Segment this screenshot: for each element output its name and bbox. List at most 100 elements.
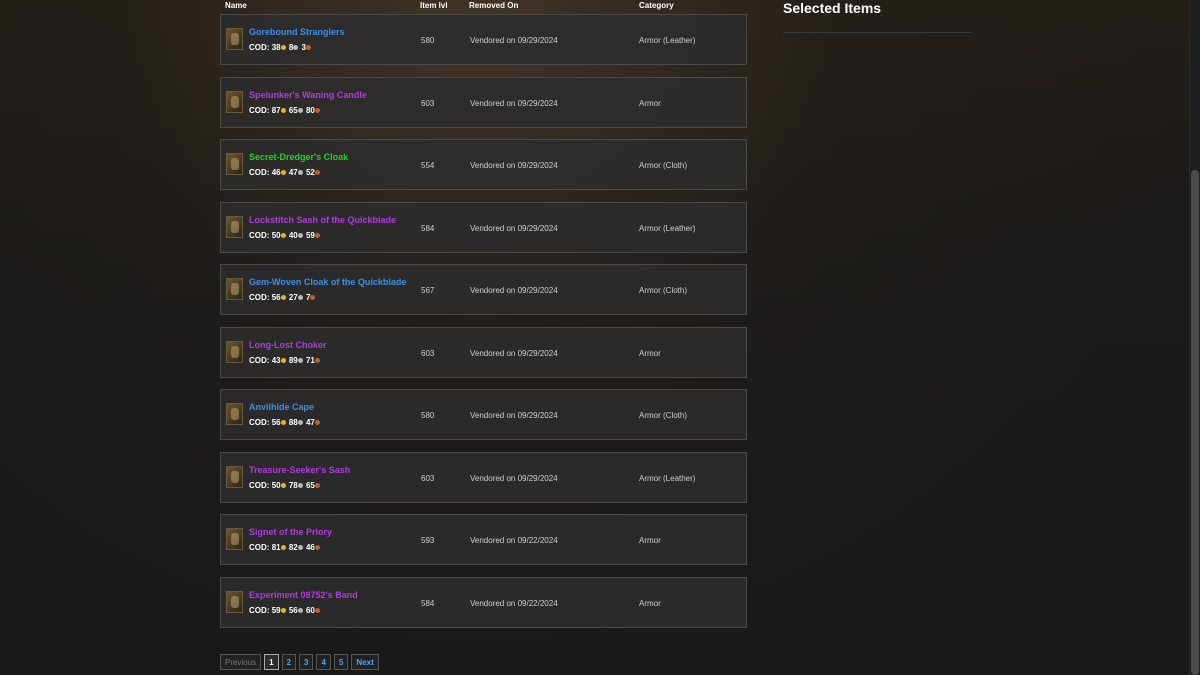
gold-coin-icon bbox=[280, 545, 286, 550]
page-button-2[interactable]: 2 bbox=[281, 654, 297, 670]
gold-amount: 50 bbox=[271, 481, 281, 490]
page-button-5[interactable]: 5 bbox=[333, 654, 349, 670]
copper-amount: 65 bbox=[305, 481, 315, 490]
cod-label: COD: bbox=[249, 293, 270, 302]
item-name-link[interactable]: Lockstitch Sash of the Quickblade bbox=[249, 215, 396, 225]
page-button-1[interactable]: 1 bbox=[264, 654, 279, 670]
table-row[interactable]: Long-Lost Choker COD: 43 89 71 603 Vendored… bbox=[220, 327, 747, 378]
gold-coin-icon bbox=[280, 108, 286, 113]
gloves-icon[interactable] bbox=[226, 28, 243, 50]
table-row[interactable]: Secret-Dredger's Cloak COD: 46 47 52 554 Ve… bbox=[220, 139, 747, 190]
silver-coin-icon bbox=[297, 608, 303, 613]
cod-price: COD: 46 47 52 bbox=[249, 168, 321, 177]
silver-coin-icon bbox=[297, 420, 303, 425]
previous-page-button[interactable]: Previous bbox=[220, 654, 262, 670]
copper-coin-icon bbox=[314, 545, 320, 550]
page-button-3[interactable]: 3 bbox=[299, 654, 314, 670]
candle-icon[interactable] bbox=[226, 91, 243, 113]
silver-amount: 56 bbox=[288, 606, 298, 615]
item-level: 603 bbox=[421, 99, 435, 108]
item-name-link[interactable]: Experiment 08752's Band bbox=[249, 590, 358, 600]
category: Armor (Leather) bbox=[639, 36, 696, 45]
next-page-button[interactable]: Next bbox=[351, 654, 379, 670]
silver-amount: 27 bbox=[288, 293, 298, 302]
column-header-category[interactable]: Category bbox=[639, 1, 674, 10]
cloak-icon[interactable] bbox=[226, 153, 243, 175]
ring-icon[interactable] bbox=[226, 591, 243, 613]
scrollbar-thumb[interactable] bbox=[1191, 170, 1199, 675]
item-name-link[interactable]: Gorebound Stranglers bbox=[249, 27, 345, 37]
item-level: 580 bbox=[421, 411, 435, 420]
table-row[interactable]: Gem-Woven Cloak of the Quickblade COD: 56… bbox=[220, 264, 747, 315]
column-header-removed-on[interactable]: Removed On bbox=[469, 1, 518, 10]
gold-coin-icon bbox=[280, 420, 286, 425]
page: Name Item lvl Removed On Category Gorebo… bbox=[0, 0, 1200, 675]
gold-coin-icon bbox=[280, 483, 286, 488]
belt-icon[interactable] bbox=[226, 466, 243, 488]
silver-amount: 88 bbox=[288, 418, 298, 427]
table-row[interactable]: Signet of the Priory COD: 81 82 46 593 Vend… bbox=[220, 514, 747, 565]
cod-label: COD: bbox=[249, 356, 270, 365]
belt-icon[interactable] bbox=[226, 216, 243, 238]
removed-on: Vendored on 09/29/2024 bbox=[470, 349, 558, 358]
copper-amount: 71 bbox=[305, 356, 315, 365]
item-level: 593 bbox=[421, 536, 435, 545]
pagination: Previous 1 2 3 4 5 Next bbox=[220, 654, 379, 670]
ring-icon[interactable] bbox=[226, 528, 243, 550]
removed-on: Vendored on 09/29/2024 bbox=[470, 99, 558, 108]
cod-label: COD: bbox=[249, 106, 270, 115]
cod-label: COD: bbox=[249, 481, 270, 490]
table-row[interactable]: Lockstitch Sash of the Quickblade COD: 50… bbox=[220, 202, 747, 253]
item-level: 584 bbox=[421, 599, 435, 608]
cod-price: COD: 81 82 46 bbox=[249, 543, 321, 552]
cod-price: COD: 43 89 71 bbox=[249, 356, 321, 365]
column-header-item-lvl[interactable]: Item lvl bbox=[420, 1, 448, 10]
category: Armor (Cloth) bbox=[639, 161, 688, 170]
cod-price: COD: 50 78 65 bbox=[249, 481, 321, 490]
removed-on: Vendored on 09/29/2024 bbox=[470, 224, 558, 233]
silver-coin-icon bbox=[297, 170, 303, 175]
cape-icon[interactable] bbox=[226, 403, 243, 425]
gold-amount: 81 bbox=[271, 543, 281, 552]
category: Armor (Leather) bbox=[639, 474, 696, 483]
copper-coin-icon bbox=[314, 358, 320, 363]
copper-coin-icon bbox=[314, 483, 320, 488]
silver-amount: 89 bbox=[288, 356, 298, 365]
selected-items-panel: Selected Items bbox=[783, 0, 972, 33]
removed-on: Vendored on 09/29/2024 bbox=[470, 36, 558, 45]
copper-coin-icon bbox=[314, 420, 320, 425]
gold-coin-icon bbox=[280, 170, 286, 175]
necklace-icon[interactable] bbox=[226, 341, 243, 363]
column-header-name[interactable]: Name bbox=[225, 1, 247, 10]
table-row[interactable]: Experiment 08752's Band COD: 59 56 60 584 V… bbox=[220, 577, 747, 628]
scrollbar-track[interactable] bbox=[1189, 0, 1200, 675]
item-name-link[interactable]: Signet of the Priory bbox=[249, 527, 332, 537]
cloak-icon[interactable] bbox=[226, 278, 243, 300]
gold-amount: 87 bbox=[271, 106, 281, 115]
table-row[interactable]: Spelunker's Waning Candle COD: 87 65 80 60… bbox=[220, 77, 747, 128]
gold-coin-icon bbox=[280, 358, 286, 363]
item-name-link[interactable]: Spelunker's Waning Candle bbox=[249, 90, 367, 100]
removed-on: Vendored on 09/29/2024 bbox=[470, 286, 558, 295]
item-level: 554 bbox=[421, 161, 435, 170]
silver-coin-icon bbox=[297, 108, 303, 113]
gold-amount: 38 bbox=[271, 43, 281, 52]
cod-label: COD: bbox=[249, 418, 270, 427]
item-name-link[interactable]: Anvilhide Cape bbox=[249, 402, 314, 412]
table-row[interactable]: Anvilhide Cape COD: 56 88 47 580 Vendored o… bbox=[220, 389, 747, 440]
gold-coin-icon bbox=[280, 608, 286, 613]
table-row[interactable]: Gorebound Stranglers COD: 38 8 3 580 Vendor… bbox=[220, 14, 747, 65]
item-name-link[interactable]: Gem-Woven Cloak of the Quickblade bbox=[249, 277, 406, 287]
item-name-link[interactable]: Treasure-Seeker's Sash bbox=[249, 465, 350, 475]
item-level: 580 bbox=[421, 36, 435, 45]
gold-amount: 46 bbox=[271, 168, 281, 177]
gold-coin-icon bbox=[280, 233, 286, 238]
table-row[interactable]: Treasure-Seeker's Sash COD: 50 78 65 603 Ve… bbox=[220, 452, 747, 503]
removed-on: Vendored on 09/29/2024 bbox=[470, 474, 558, 483]
silver-amount: 47 bbox=[288, 168, 298, 177]
item-name-link[interactable]: Secret-Dredger's Cloak bbox=[249, 152, 348, 162]
item-name-link[interactable]: Long-Lost Choker bbox=[249, 340, 327, 350]
page-button-4[interactable]: 4 bbox=[316, 654, 331, 670]
divider bbox=[783, 32, 972, 33]
copper-amount: 52 bbox=[305, 168, 315, 177]
